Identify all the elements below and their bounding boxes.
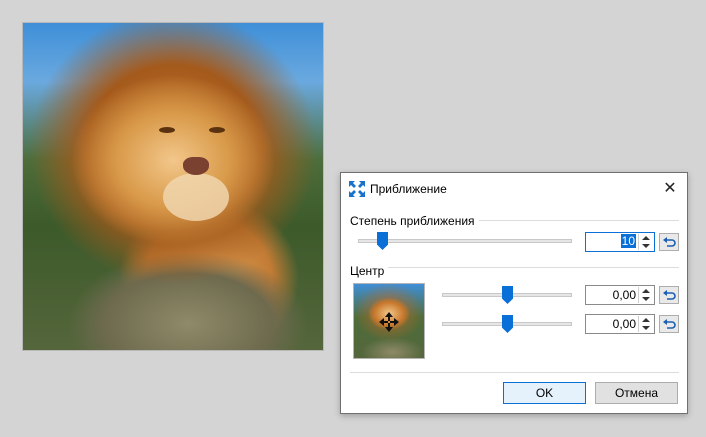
close-button[interactable]: ✕ — [659, 179, 681, 199]
center-section-label: Центр — [350, 264, 389, 278]
center-preview-thumbnail[interactable] — [353, 283, 425, 359]
move-crosshair-icon[interactable] — [379, 312, 399, 332]
lion-nose — [183, 157, 209, 175]
zoom-section-label: Степень приближения — [350, 214, 475, 228]
zoom-value-input[interactable]: 10 — [585, 232, 655, 252]
zoom-dialog: Приближение ✕ Степень приближения 10 Цен… — [340, 172, 688, 414]
center-x-input[interactable]: 0,00 — [585, 285, 655, 305]
undo-icon — [663, 237, 676, 247]
chevron-up-icon[interactable] — [642, 236, 650, 240]
canvas-image — [22, 22, 324, 351]
center-y-input[interactable]: 0,00 — [585, 314, 655, 334]
zoom-value-text[interactable]: 10 — [620, 234, 636, 248]
undo-icon — [663, 319, 676, 329]
lion-eye-right — [209, 127, 225, 133]
center-y-spin-arrows[interactable] — [638, 316, 653, 332]
center-y-value[interactable]: 0,00 — [613, 317, 636, 331]
center-x-spin-arrows[interactable] — [638, 287, 653, 303]
chevron-down-icon[interactable] — [642, 326, 650, 330]
zoom-spin-arrows[interactable] — [638, 234, 653, 250]
cancel-button[interactable]: Отмена — [595, 382, 678, 404]
zoom-section-divider — [479, 220, 679, 221]
dialog-titlebar[interactable]: Приближение ✕ — [341, 173, 687, 205]
center-x-reset-button[interactable] — [659, 286, 679, 304]
ok-button[interactable]: OK — [503, 382, 586, 404]
chevron-up-icon[interactable] — [642, 289, 650, 293]
dialog-title: Приближение — [370, 182, 447, 196]
center-x-slider-thumb[interactable] — [502, 286, 513, 304]
zoom-slider-track[interactable] — [358, 239, 572, 243]
lion-eye-left — [159, 127, 175, 133]
zoom-reset-button[interactable] — [659, 233, 679, 251]
center-x-value[interactable]: 0,00 — [613, 288, 636, 302]
close-icon: ✕ — [663, 180, 677, 197]
center-top-divider — [350, 267, 679, 268]
center-y-slider-thumb[interactable] — [502, 315, 513, 333]
chevron-up-icon[interactable] — [642, 318, 650, 322]
footer-divider — [350, 372, 679, 373]
chevron-down-icon[interactable] — [642, 244, 650, 248]
undo-icon — [663, 290, 676, 300]
zoom-expand-icon — [348, 180, 366, 198]
center-y-reset-button[interactable] — [659, 315, 679, 333]
zoom-slider-thumb[interactable] — [377, 232, 388, 250]
lion-muzzle — [163, 173, 229, 221]
chevron-down-icon[interactable] — [642, 297, 650, 301]
